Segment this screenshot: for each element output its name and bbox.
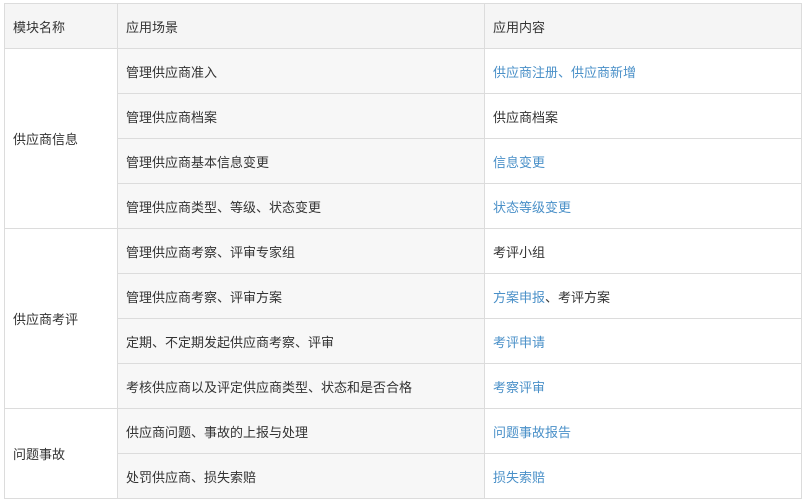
module-name-cell: 供应商信息 <box>4 48 118 229</box>
content-link[interactable]: 考察评审 <box>493 381 545 396</box>
content-text: 供应商档案 <box>493 110 559 126</box>
scene-cell: 供应商问题、事故的上报与处理 <box>117 408 485 454</box>
content-cell: 考评申请 <box>484 318 802 364</box>
content-cell: 问题事故报告 <box>484 408 802 454</box>
content-cell: 供应商注册、供应商新增 <box>484 48 802 94</box>
scene-cell: 管理供应商考察、评审专家组 <box>117 228 485 274</box>
content-link[interactable]: 问题事故报告 <box>493 426 571 441</box>
content-link[interactable]: 损失索赔 <box>493 471 545 486</box>
scene-cell: 管理供应商准入 <box>117 48 485 94</box>
content-cell: 状态等级变更 <box>484 183 802 229</box>
content-text: 、考评方案 <box>545 290 611 306</box>
content-text: 考评小组 <box>493 245 546 261</box>
table-row: 管理供应商考察、评审方案 方案申报、考评方案 <box>5 273 802 319</box>
module-name-cell: 问题事故 <box>4 408 118 499</box>
table-row: 管理供应商基本信息变更 信息变更 <box>5 138 802 184</box>
scene-cell: 考核供应商以及评定供应商类型、状态和是否合格 <box>117 363 485 409</box>
table-row: 供应商信息 管理供应商准入 供应商注册、供应商新增 <box>4 48 802 229</box>
scene-cell: 管理供应商类型、等级、状态变更 <box>117 183 485 229</box>
scene-cell: 定期、不定期发起供应商考察、评审 <box>117 318 485 364</box>
table-row: 处罚供应商、损失索赔 损失索赔 <box>5 453 802 499</box>
content-cell: 方案申报、考评方案 <box>484 273 802 319</box>
table-row: 考核供应商以及评定供应商类型、状态和是否合格 考察评审 <box>5 363 802 409</box>
header-scene: 应用场景 <box>117 3 485 49</box>
table-row: 供应商考评 管理供应商考察、评审专家组 考评小组 <box>4 228 802 409</box>
table-row: 定期、不定期发起供应商考察、评审 考评申请 <box>5 318 802 364</box>
header-module-name: 模块名称 <box>4 3 118 49</box>
scene-cell: 管理供应商档案 <box>117 93 485 139</box>
table-header-row: 模块名称 应用场景 应用内容 <box>4 3 802 49</box>
content-link[interactable]: 供应商注册、供应商新增 <box>493 66 636 81</box>
table-row: 管理供应商类型、等级、状态变更 状态等级变更 <box>5 183 802 229</box>
header-content: 应用内容 <box>484 3 802 49</box>
module-table: 模块名称 应用场景 应用内容 供应商信息 管理供应商准入 供应商注册、供应商新增 管理… <box>4 3 802 499</box>
content-link[interactable]: 信息变更 <box>493 156 545 171</box>
content-link[interactable]: 方案申报 <box>493 291 545 306</box>
table-row: 管理供应商档案 供应商档案 <box>5 93 802 139</box>
content-link[interactable]: 状态等级变更 <box>493 201 571 216</box>
content-cell: 损失索赔 <box>484 453 802 499</box>
scene-cell: 管理供应商考察、评审方案 <box>117 273 485 319</box>
table-row: 问题事故 供应商问题、事故的上报与处理 问题事故报告 <box>4 408 802 499</box>
scene-cell: 管理供应商基本信息变更 <box>117 138 485 184</box>
content-cell: 供应商档案 <box>484 93 802 139</box>
module-name-cell: 供应商考评 <box>4 228 118 409</box>
scene-cell: 处罚供应商、损失索赔 <box>117 453 485 499</box>
content-link[interactable]: 考评申请 <box>493 336 545 351</box>
content-cell: 考评小组 <box>484 228 802 274</box>
table-body: 供应商信息 管理供应商准入 供应商注册、供应商新增 管理供应商档案 供应商档案 管理供应商… <box>4 48 802 499</box>
content-cell: 考察评审 <box>484 363 802 409</box>
content-cell: 信息变更 <box>484 138 802 184</box>
module-table-container: 模块名称 应用场景 应用内容 供应商信息 管理供应商准入 供应商注册、供应商新增 管理… <box>4 3 802 499</box>
